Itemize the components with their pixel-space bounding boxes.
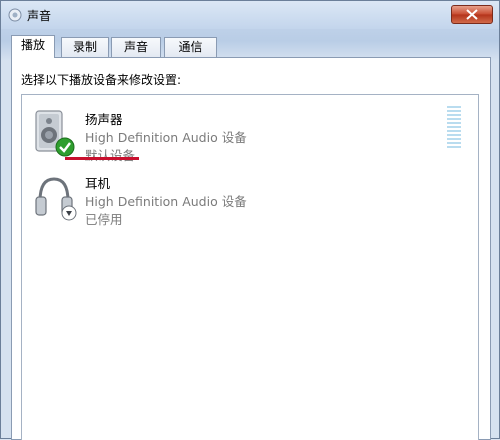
close-icon xyxy=(466,9,478,20)
tab-communications[interactable]: 通信 xyxy=(164,37,217,57)
annotation-underline xyxy=(65,157,139,160)
device-name: 扬声器 xyxy=(85,112,123,127)
tab-sounds[interactable]: 声音 xyxy=(111,37,161,57)
device-description: High Definition Audio 设备 xyxy=(85,194,247,209)
device-status: 已停用 xyxy=(85,212,123,227)
tab-recording[interactable]: 录制 xyxy=(61,37,109,57)
title-bar[interactable]: 声音 xyxy=(1,1,499,29)
device-status: 默认设备 xyxy=(85,148,136,163)
green-check-badge-icon xyxy=(55,137,75,157)
device-headphones[interactable]: 耳机 High Definition Audio 设备 已停用 xyxy=(32,171,452,233)
sound-app-icon xyxy=(8,8,22,22)
volume-level-meter xyxy=(447,106,461,150)
close-button[interactable] xyxy=(451,5,493,24)
instruction-text: 选择以下播放设备来修改设置: xyxy=(21,73,182,87)
device-description: High Definition Audio 设备 xyxy=(85,130,247,145)
sound-dialog: 声音 播放 录制 声音 通信 选择以下播放设备来修改设置: 扬声器 High D… xyxy=(0,0,500,440)
device-name: 耳机 xyxy=(85,176,111,191)
tab-playback[interactable]: 播放 xyxy=(11,35,55,58)
down-arrow-badge-icon xyxy=(61,205,77,221)
window-title: 声音 xyxy=(27,9,52,23)
device-list[interactable]: 扬声器 High Definition Audio 设备 默认设备 耳机 Hig… xyxy=(21,94,479,440)
